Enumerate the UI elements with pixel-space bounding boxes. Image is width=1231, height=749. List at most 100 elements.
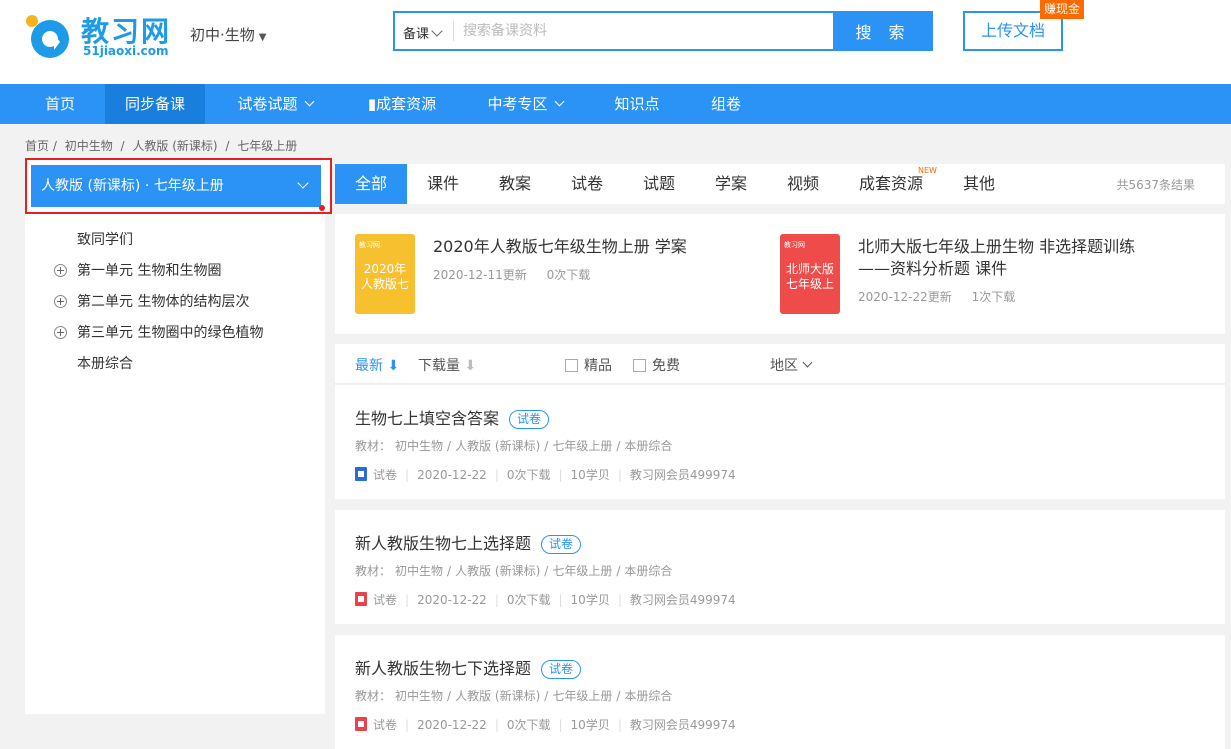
path-segment: 本册综合	[624, 439, 673, 453]
checkbox-icon[interactable]	[565, 359, 578, 372]
tab-courseware[interactable]: 课件	[415, 164, 471, 204]
nav-item-knowledge[interactable]: 知识点	[600, 84, 674, 124]
featured-cover[interactable]: 教习网 北师大版 七年级上	[780, 234, 840, 314]
checkbox-icon[interactable]	[633, 359, 646, 372]
result-title-row: 新人教版生物七上选择题 试卷	[355, 530, 582, 555]
result-item[interactable]: 新人教版生物七下选择题 试卷 教材： 初中生物 / 人教版 (新课标) / 七年级上册 / 本册…	[335, 635, 1225, 749]
nav-item-bundles[interactable]: ▮成套资源	[358, 84, 446, 124]
result-item[interactable]: 新人教版生物七上选择题 试卷 教材： 初中生物 / 人教版 (新课标) / 七年级上册 / 本册…	[335, 510, 1225, 624]
breadcrumb-subject[interactable]: 初中生物	[65, 139, 113, 153]
sort-filter-bar: 最新 ⬇ 下载量 ⬇ 精品 免费 地区	[335, 344, 1225, 384]
tab-video[interactable]: 视频	[775, 164, 831, 204]
sort-latest[interactable]: 最新 ⬇	[355, 355, 399, 375]
result-uploader[interactable]: 教习网会员499974	[630, 593, 736, 607]
result-date: 2020-12-22	[417, 718, 487, 732]
site-logo[interactable]: 教习网 51jiaoxi.com	[24, 10, 174, 62]
tab-exam[interactable]: 试卷	[559, 164, 615, 204]
chevron-down-icon	[431, 25, 443, 37]
chapter-item[interactable]: 第一单元 生物和生物圈	[25, 261, 325, 292]
result-downloads: 0次下载	[506, 468, 551, 482]
chevron-down-icon	[304, 96, 314, 107]
result-title-row: 新人教版生物七下选择题 试卷	[355, 655, 582, 680]
path-segment: 本册综合	[624, 689, 673, 703]
breadcrumb-volume[interactable]: 七年级上册	[237, 139, 297, 153]
sort-downloads[interactable]: 下载量 ⬇	[418, 355, 476, 375]
caret-down-icon: ▼	[258, 32, 267, 43]
filter-free[interactable]: 免费	[633, 355, 680, 375]
tab-lesson-plan[interactable]: 教案	[487, 164, 543, 204]
search-category-select[interactable]: 备课	[403, 23, 443, 42]
chapter-item[interactable]: 第二单元 生物体的结构层次	[25, 292, 325, 323]
result-title[interactable]: 新人教版生物七下选择题	[355, 659, 531, 678]
expand-plus-icon[interactable]	[54, 264, 67, 277]
path-segment: 七年级上册	[552, 564, 613, 578]
nav-item-compose[interactable]: 组卷	[696, 84, 756, 124]
tab-all[interactable]: 全部	[335, 164, 407, 204]
tab-other[interactable]: 其他	[951, 164, 1007, 204]
tab-label: 全部	[354, 174, 387, 193]
tab-label: 试卷	[570, 174, 603, 193]
search-input[interactable]	[463, 19, 823, 43]
featured-title[interactable]: 2020年人教版七年级生物上册 学案	[433, 236, 733, 258]
result-title[interactable]: 新人教版生物七上选择题	[355, 534, 531, 553]
sort-latest-label: 最新	[355, 358, 383, 374]
nav-item-sync-prep[interactable]: 同步备课	[105, 84, 205, 124]
path-sep: /	[616, 439, 621, 453]
result-type-tag[interactable]: 试卷	[541, 535, 582, 554]
result-meta: 试卷 | 2020-12-22 | 0次下载 | 10学贝 | 教习网会员499974	[355, 590, 736, 608]
search-button[interactable]: 搜 索	[833, 11, 933, 51]
chevron-down-icon	[554, 96, 564, 107]
expand-plus-icon[interactable]	[54, 295, 67, 308]
arrow-down-icon: ⬇	[387, 358, 400, 374]
grade-select[interactable]: 初中·生物 ▼	[190, 24, 266, 45]
nav-item-zhongkao[interactable]: 中考专区	[472, 84, 578, 124]
logo-mark-icon	[26, 15, 69, 58]
chapter-item[interactable]: 致同学们	[25, 230, 325, 261]
textbook-selector[interactable]: 人教版 (新课标) · 七年级上册	[31, 165, 321, 207]
featured-title[interactable]: 北师大版七年级上册生物 非选择题训练——资料分析题 课件	[858, 236, 1158, 280]
result-title[interactable]: 生物七上填空含答案	[355, 409, 499, 428]
chapter-label: 第三单元 生物圈中的绿色植物	[77, 325, 264, 341]
filter-premium[interactable]: 精品	[565, 355, 612, 375]
path-segment: 人教版 (新课标)	[455, 439, 541, 453]
chapter-tree: 致同学们 第一单元 生物和生物圈 第二单元 生物体的结构层次 第三单元 生物圈中…	[25, 230, 325, 385]
meta-divider: |	[617, 718, 622, 732]
meta-divider: |	[617, 468, 622, 482]
result-type-tag[interactable]: 试卷	[541, 660, 582, 679]
chapter-item[interactable]: 第三单元 生物圈中的绿色植物	[25, 323, 325, 354]
result-type-tag[interactable]: 试卷	[509, 410, 550, 429]
result-item[interactable]: 生物七上填空含答案 试卷 教材： 初中生物 / 人教版 (新课标) / 七年级上册 / 本册综合…	[335, 385, 1225, 499]
tab-study-guide[interactable]: 学案	[703, 164, 759, 204]
featured-cover[interactable]: 教习网 2020年 人教版七	[355, 234, 415, 314]
path-label: 教材：	[355, 564, 392, 578]
earn-cash-badge[interactable]: 赚现金	[1040, 0, 1084, 19]
cover-brand: 教习网	[784, 241, 805, 249]
tab-label: 其他	[962, 174, 995, 193]
expand-plus-icon[interactable]	[54, 326, 67, 339]
result-uploader[interactable]: 教习网会员499974	[630, 718, 736, 732]
grade-select-label: 初中·生物	[190, 26, 255, 44]
featured-downloads: 1次下载	[971, 290, 1016, 304]
logo-domain: 51jiaoxi.com	[83, 44, 169, 58]
result-uploader[interactable]: 教习网会员499974	[630, 468, 736, 482]
result-price: 10学贝	[570, 718, 610, 732]
meta-divider: |	[558, 593, 563, 607]
breadcrumb-home[interactable]: 首页 /	[25, 139, 57, 153]
result-file-type: 试卷	[373, 593, 398, 607]
meta-divider: |	[494, 468, 499, 482]
search-divider	[453, 21, 454, 41]
breadcrumb-edition[interactable]: 人教版 (新课标)	[132, 139, 217, 153]
tab-questions[interactable]: 试题	[631, 164, 687, 204]
featured-card[interactable]: 教习网 2020年 人教版七 2020年人教版七年级生物上册 学案 2020-1…	[355, 234, 755, 316]
path-sep: /	[447, 689, 452, 703]
chapter-sidebar: 人教版 (新课标) · 七年级上册 致同学们 第一单元 生物和生物圈 第二单元 …	[25, 158, 332, 714]
filter-region[interactable]: 地区	[770, 355, 813, 375]
chapter-item[interactable]: 本册综合	[25, 354, 325, 385]
path-label: 教材：	[355, 439, 392, 453]
nav-item-exams[interactable]: 试卷试题	[222, 84, 328, 124]
nav-item-home[interactable]: 首页	[24, 84, 96, 124]
textbook-selector-label: 人教版 (新课标) · 七年级上册	[41, 178, 224, 194]
result-price: 10学贝	[570, 468, 610, 482]
featured-card[interactable]: 教习网 北师大版 七年级上 北师大版七年级上册生物 非选择题训练——资料分析题 …	[780, 234, 1180, 316]
result-file-type: 试卷	[373, 468, 398, 482]
